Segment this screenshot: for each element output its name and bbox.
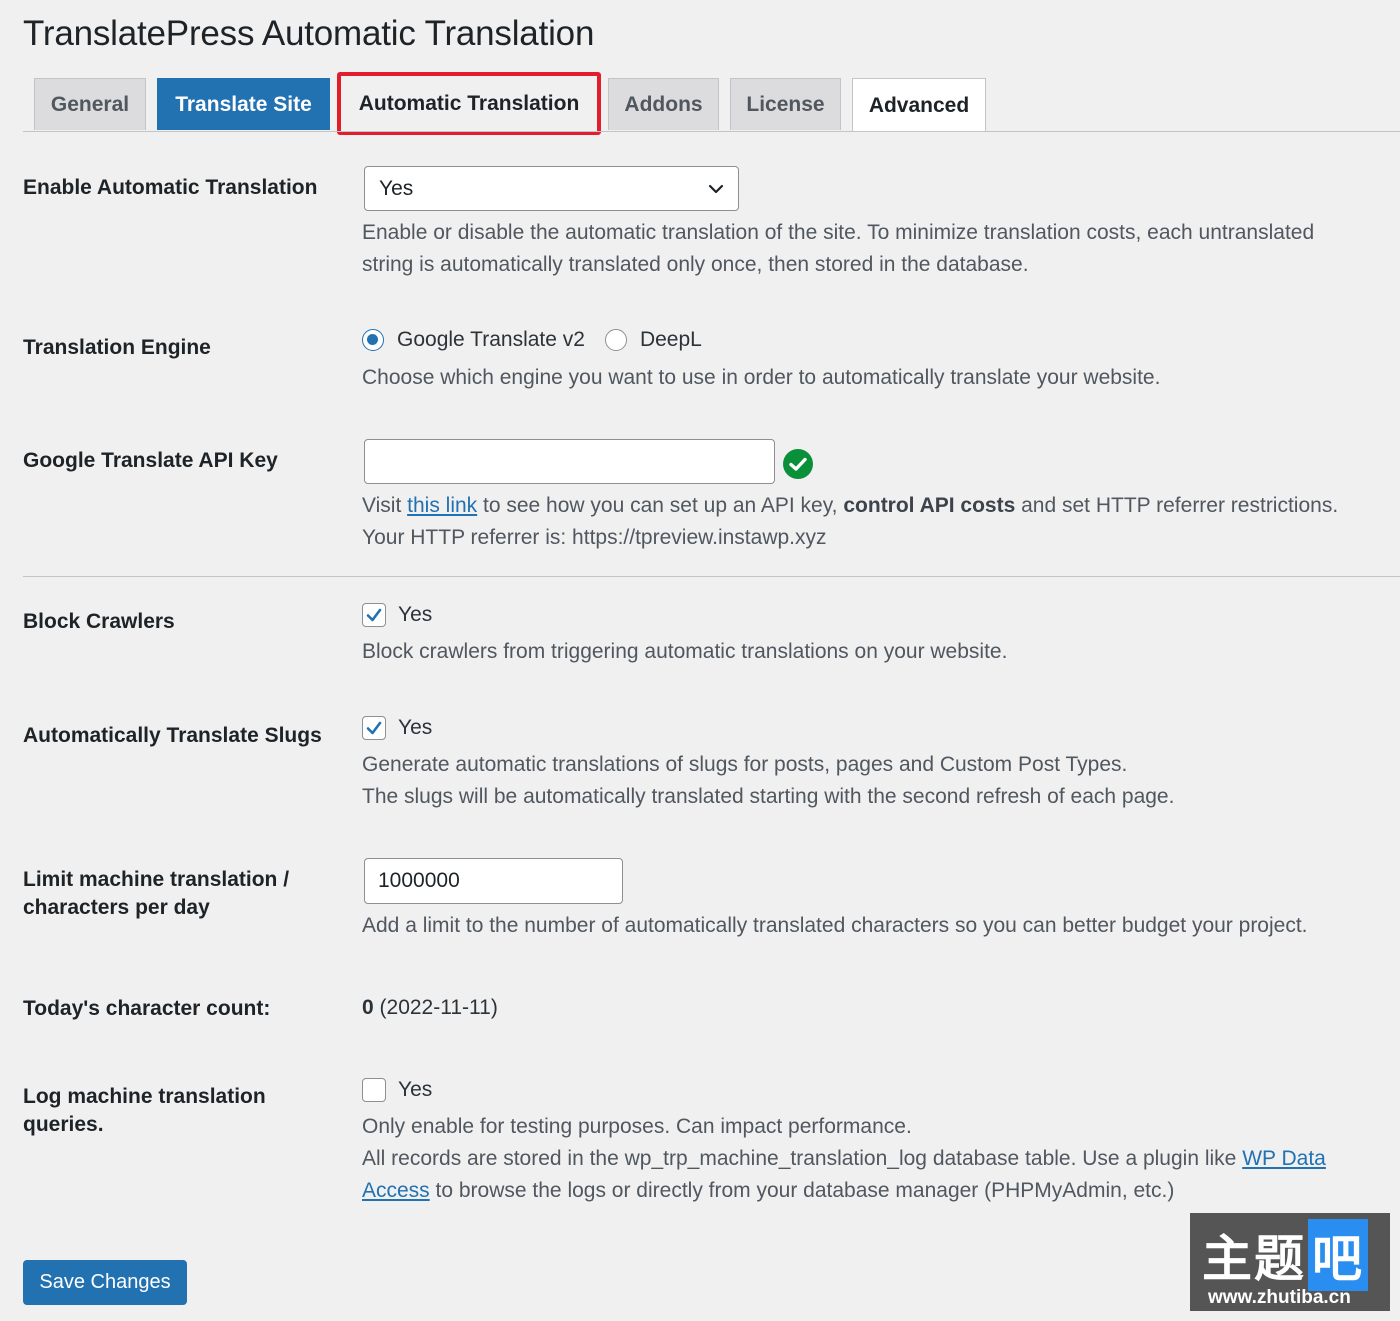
log-option: Yes <box>362 1078 432 1102</box>
count-value: 0 <box>362 996 374 1019</box>
wp-data-access-link-cont[interactable]: Access <box>362 1179 430 1202</box>
enable-auto-label: Enable Automatic Translation <box>23 176 318 199</box>
engine-radio-deepl[interactable] <box>604 329 627 351</box>
settings-tabs: General Translate Site Automatic Transla… <box>0 72 1400 135</box>
tab-advanced[interactable]: Advanced <box>852 78 986 132</box>
enable-auto-desc-1: Enable or disable the automatic translat… <box>362 221 1315 244</box>
log-desc-2: All records are stored in the wp_trp_mac… <box>362 1143 1326 1175</box>
engine-option-deepl: DeepL <box>639 328 702 351</box>
api-key-desc: Visit this link to see how you can set u… <box>362 490 1338 522</box>
api-key-help-link[interactable]: this link <box>407 494 477 517</box>
slugs-desc-2: The slugs will be automatically translat… <box>362 785 1175 808</box>
enable-auto-value: Yes <box>379 176 414 200</box>
api-key-label: Google Translate API Key <box>23 449 278 472</box>
checkmark-icon <box>366 721 382 735</box>
limit-label-2: characters per day <box>23 896 210 919</box>
api-key-referrer: Your HTTP referrer is: https://tpreview.… <box>362 526 827 549</box>
tab-automatic-translation[interactable]: Automatic Translation <box>337 72 601 135</box>
slugs-yes: Yes <box>398 716 433 739</box>
section-divider <box>23 576 1400 577</box>
log-desc-3: Access to browse the logs or directly fr… <box>362 1175 1174 1207</box>
log-yes: Yes <box>398 1078 433 1101</box>
watermark: 主题吧 www.zhutiba.cn <box>1190 1213 1390 1311</box>
slugs-label: Automatically Translate Slugs <box>23 724 322 747</box>
save-changes-button[interactable]: Save Changes <box>23 1260 187 1305</box>
block-crawlers-yes: Yes <box>398 603 433 626</box>
watermark-logo: 主题吧 <box>1202 1219 1368 1291</box>
log-label-1: Log machine translation <box>23 1085 266 1108</box>
api-key-desc-bold: control API costs <box>843 494 1016 517</box>
slugs-checkbox[interactable] <box>362 716 386 740</box>
limit-desc: Add a limit to the number of automatical… <box>362 914 1308 937</box>
engine-options: Google Translate v2 DeepL <box>362 328 702 352</box>
engine-option-google: Google Translate v2 <box>397 328 585 351</box>
count-value-row: 0 (2022-11-11) <box>362 992 498 1024</box>
api-key-desc-post: and set HTTP referrer restrictions. <box>1021 494 1339 517</box>
engine-desc: Choose which engine you want to use in o… <box>362 366 1161 389</box>
api-key-desc-mid: to see how you can set up an API key, <box>483 494 838 517</box>
log-desc-1: Only enable for testing purposes. Can im… <box>362 1115 912 1138</box>
slugs-desc-1: Generate automatic translations of slugs… <box>362 753 1128 776</box>
log-desc-3-text: to browse the logs or directly from your… <box>435 1179 1175 1202</box>
block-crawlers-label: Block Crawlers <box>23 610 175 633</box>
block-crawlers-checkbox[interactable] <box>362 603 386 627</box>
check-circle-icon <box>783 449 813 479</box>
log-label-2: queries. <box>23 1113 104 1136</box>
api-key-input[interactable] <box>364 439 775 484</box>
watermark-logo-main: 主题 <box>1202 1230 1306 1288</box>
block-crawlers-desc: Block crawlers from triggering automatic… <box>362 640 1008 663</box>
block-crawlers-option: Yes <box>362 603 432 627</box>
limit-input[interactable]: 1000000 <box>364 858 623 904</box>
tab-license[interactable]: License <box>730 78 841 130</box>
chevron-down-icon <box>708 184 724 194</box>
enable-auto-select[interactable]: Yes <box>364 166 739 211</box>
slugs-option: Yes <box>362 716 432 740</box>
api-key-desc-pre: Visit <box>362 494 402 517</box>
wp-data-access-link[interactable]: WP Data <box>1242 1147 1326 1170</box>
log-desc-2-text: All records are stored in the wp_trp_mac… <box>362 1147 1237 1170</box>
count-label: Today's character count: <box>23 997 271 1020</box>
watermark-logo-accent: 吧 <box>1308 1219 1368 1291</box>
count-date: (2022-11-11) <box>379 996 498 1019</box>
page-title: TranslatePress Automatic Translation <box>23 14 595 53</box>
tab-addons[interactable]: Addons <box>608 78 719 130</box>
tabs-divider <box>23 131 1400 132</box>
log-checkbox[interactable] <box>362 1078 386 1102</box>
tab-translate-site[interactable]: Translate Site <box>157 78 330 130</box>
engine-radio-google[interactable] <box>362 329 384 351</box>
engine-label: Translation Engine <box>23 336 211 359</box>
enable-auto-desc-2: string is automatically translated only … <box>362 253 1029 276</box>
tab-general[interactable]: General <box>34 78 146 130</box>
limit-label-1: Limit machine translation / <box>23 868 290 891</box>
checkmark-icon <box>366 608 382 622</box>
watermark-url: www.zhutiba.cn <box>1208 1287 1351 1308</box>
